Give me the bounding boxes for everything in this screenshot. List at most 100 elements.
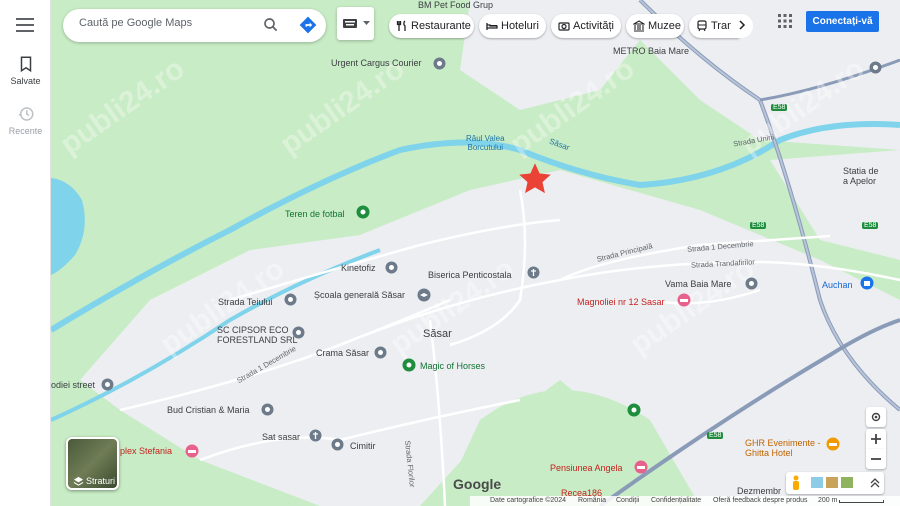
sidebar-item-label: Recente — [8, 126, 43, 136]
river-label: Râul Valea Borcutului — [466, 134, 505, 152]
hotel-pin-icon[interactable] — [826, 437, 840, 451]
location-star-marker[interactable] — [517, 161, 553, 197]
left-rail: Salvate Recente — [0, 0, 51, 506]
map-label[interactable]: Urgent Cargus Courier — [331, 58, 422, 68]
directions-icon[interactable] — [298, 15, 318, 35]
map-label[interactable]: Teren de fotbal — [285, 209, 345, 219]
sign-in-button[interactable]: Conectați-vă — [806, 11, 879, 32]
chip-label: Restaurante — [411, 20, 471, 32]
poi-pin-icon[interactable] — [292, 326, 305, 339]
apps-grid-icon[interactable] — [777, 13, 793, 29]
menu-button[interactable] — [13, 14, 37, 38]
map-label[interactable]: Crama Săsar — [316, 348, 369, 358]
imagery-thumb[interactable] — [811, 477, 823, 488]
map-layer — [51, 0, 900, 506]
church-pin-icon[interactable] — [309, 429, 322, 442]
chip-museums[interactable]: Muzee — [626, 14, 684, 38]
map-label[interactable]: odiei street — [51, 380, 95, 390]
chip-hotels[interactable]: Hoteluri — [479, 14, 546, 38]
park-pin-icon[interactable] — [402, 358, 416, 372]
map-label[interactable]: Magnoliei nr 12 Sasar — [577, 297, 665, 307]
imagery-thumb[interactable] — [826, 477, 838, 488]
map-label[interactable]: Statia de a Apelor — [843, 166, 879, 186]
scale-label[interactable]: 200 m — [818, 497, 837, 504]
feedback-link[interactable]: Oferă feedback despre produs — [713, 497, 808, 504]
lodging-pin-icon[interactable] — [185, 444, 199, 458]
privacy-link[interactable]: Confidențialitate — [651, 497, 701, 504]
scale-bar — [839, 500, 884, 503]
pegman-bar — [786, 472, 884, 494]
poi-pin-icon[interactable] — [385, 261, 398, 274]
map-label[interactable]: Sat sasar — [262, 432, 300, 442]
school-pin-icon[interactable] — [417, 288, 431, 302]
route-shield: E58 — [707, 432, 724, 439]
map-canvas[interactable]: publi24.ro publi24.ro publi24.ro publi24… — [51, 0, 900, 506]
map-label[interactable]: Școala generală Săsar — [314, 290, 405, 300]
map-label[interactable]: SC CIPSOR ECO FORESTLAND SRL — [217, 325, 298, 345]
map-label[interactable]: METRO Baia Mare — [613, 46, 689, 56]
zoom-out-button[interactable] — [866, 449, 886, 469]
search-icon[interactable] — [262, 16, 280, 34]
sidebar-item-label: Salvate — [10, 76, 41, 86]
expand-icon[interactable] — [870, 477, 880, 489]
map-label[interactable]: Bud Cristian & Maria — [167, 405, 250, 415]
imagery-thumb[interactable] — [841, 477, 853, 488]
search-input[interactable] — [79, 17, 259, 29]
poi-pin-icon[interactable] — [745, 277, 758, 290]
poi-pin-icon[interactable] — [261, 403, 274, 416]
layers-button[interactable]: Straturi — [66, 437, 119, 490]
church-pin-icon[interactable] — [527, 266, 540, 279]
fork-knife-icon — [396, 20, 406, 31]
poi-pin-icon[interactable] — [869, 61, 882, 74]
chevron-right-icon — [739, 20, 746, 30]
poi-pin-icon[interactable] — [374, 346, 387, 359]
input-tools-button[interactable] — [337, 7, 374, 40]
map-label[interactable]: Vama Baia Mare — [665, 279, 731, 289]
museum-icon — [633, 20, 645, 32]
transit-icon — [697, 20, 707, 32]
map-label[interactable]: Pensiunea Angela — [550, 463, 623, 473]
terms-link[interactable]: Condiții — [616, 497, 639, 504]
map-label[interactable]: Cimitir — [350, 441, 376, 451]
route-shield: E58 — [771, 104, 788, 111]
map-data-credit: Date cartografice ©2024 — [490, 497, 566, 504]
poi-pin-icon[interactable] — [101, 378, 114, 391]
map-label[interactable]: BM Pet Food Grup — [418, 0, 493, 10]
pegman-icon[interactable] — [791, 475, 801, 491]
poi-pin-icon[interactable] — [331, 438, 344, 451]
map-label[interactable]: Biserica Penticostala — [428, 270, 512, 280]
town-label[interactable]: Săsar — [423, 328, 452, 340]
map-label[interactable]: GHR Evenimente - Ghitta Hotel — [745, 438, 821, 458]
minus-icon — [871, 458, 881, 460]
chip-label: Activități — [573, 20, 614, 32]
park-pin-icon[interactable] — [627, 403, 641, 417]
zoom-in-button[interactable] — [866, 429, 886, 449]
chip-activities[interactable]: Activități — [551, 14, 621, 38]
country-link[interactable]: România — [578, 497, 606, 504]
google-logo: Google — [453, 476, 502, 492]
poi-pin-icon[interactable] — [433, 57, 446, 70]
lodging-pin-icon[interactable] — [634, 460, 648, 474]
maps-app: Salvate Recente publi24.ro publi24.ro pu… — [0, 0, 900, 506]
poi-pin-icon[interactable] — [284, 293, 297, 306]
map-label[interactable]: Dezmembr — [737, 486, 781, 496]
map-label[interactable]: Kinetofiz — [341, 263, 376, 273]
history-icon — [18, 107, 33, 121]
search-box[interactable] — [63, 9, 326, 42]
shopping-pin-icon[interactable] — [860, 276, 874, 290]
map-label[interactable]: plex Stefania — [120, 446, 172, 456]
route-shield: E58 — [750, 222, 767, 229]
bed-icon — [486, 23, 498, 30]
my-location-button[interactable] — [866, 407, 886, 427]
camera-icon — [558, 22, 570, 31]
sidebar-item-saved[interactable]: Salvate — [0, 55, 51, 86]
sidebar-item-recent[interactable]: Recente — [0, 105, 51, 136]
dropdown-arrow-icon — [363, 21, 370, 25]
map-label[interactable]: Strada Teiului — [218, 297, 272, 307]
map-label[interactable]: Auchan — [822, 280, 853, 290]
chip-restaurants[interactable]: Restaurante — [389, 14, 474, 38]
park-pin-icon[interactable] — [356, 205, 370, 219]
lake — [51, 178, 85, 275]
lodging-pin-icon[interactable] — [677, 293, 691, 307]
map-label[interactable]: Magic of Horses — [420, 361, 485, 371]
